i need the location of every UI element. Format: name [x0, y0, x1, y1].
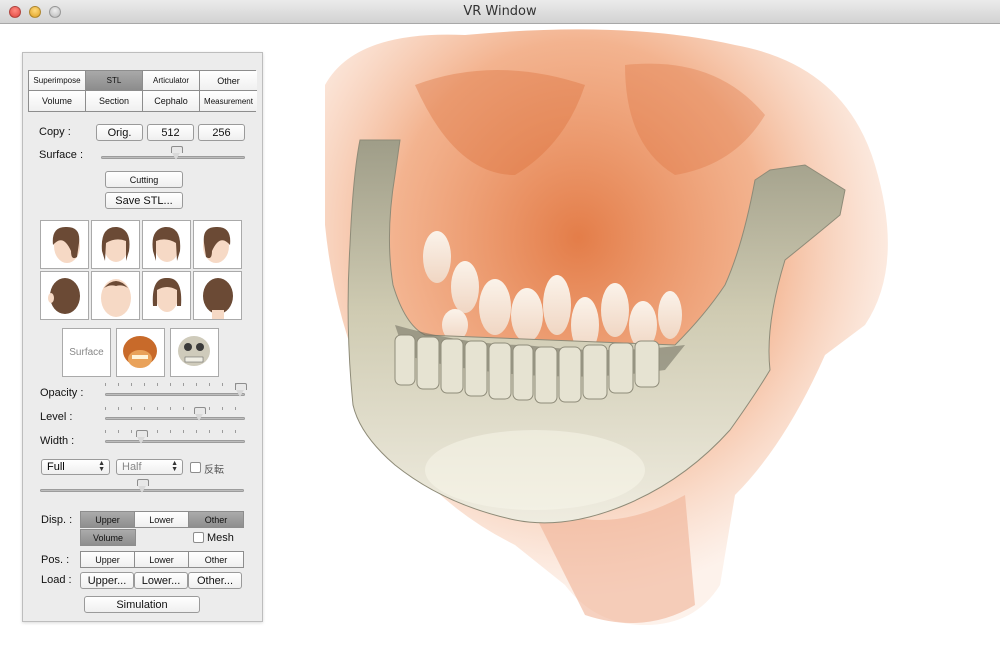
pos-other-button[interactable]: Other	[189, 552, 243, 567]
tab-section[interactable]: Section	[86, 91, 143, 111]
render-mode-volume-button[interactable]	[116, 328, 165, 377]
disp-upper-button[interactable]: Upper	[81, 512, 135, 527]
load-lower-button[interactable]: Lower...	[134, 572, 188, 589]
surface-slider[interactable]	[101, 146, 245, 164]
quality-half-select[interactable]: Half ▲ ▼	[116, 459, 183, 475]
copy-label: Copy :	[39, 126, 71, 138]
disp-volume-segment: Volume	[80, 529, 136, 546]
load-label: Load :	[41, 574, 72, 586]
tab-measurement[interactable]: Measurement	[200, 91, 257, 111]
copy-256-button[interactable]: 256	[198, 124, 245, 141]
view-front-left-button[interactable]	[91, 220, 140, 269]
skull-render	[325, 29, 888, 625]
tab-superimpose[interactable]: Superimpose	[29, 71, 86, 91]
load-upper-button[interactable]: Upper...	[80, 572, 134, 589]
save-stl-button[interactable]: Save STL...	[105, 192, 183, 209]
resolution-slider-thumb[interactable]	[137, 479, 149, 493]
tab-articulator[interactable]: Articulator	[143, 71, 200, 91]
view-top-button[interactable]	[91, 271, 140, 320]
control-panel: Superimpose STL Articulator Other Volume…	[22, 52, 263, 622]
opacity-slider-thumb[interactable]	[235, 383, 247, 397]
disp-other-button[interactable]: Other	[189, 512, 243, 527]
opacity-slider[interactable]	[105, 383, 247, 401]
view-right-profile-button[interactable]	[193, 220, 242, 269]
load-other-button[interactable]: Other...	[188, 572, 242, 589]
invert-checkbox[interactable]	[190, 462, 201, 473]
view-back-left-button[interactable]	[40, 271, 89, 320]
view-direction-grid	[40, 220, 242, 320]
render-mode-surface-button[interactable]: Surface	[62, 328, 111, 377]
quality-full-select[interactable]: Full ▲ ▼	[41, 459, 110, 475]
width-slider-thumb[interactable]	[136, 430, 148, 444]
cutting-button[interactable]: Cutting	[105, 171, 183, 188]
view-back-button[interactable]	[193, 271, 242, 320]
width-label: Width :	[40, 435, 75, 447]
pos-upper-button[interactable]: Upper	[81, 552, 135, 567]
disp-lower-button[interactable]: Lower	[135, 512, 189, 527]
level-label: Level :	[40, 411, 73, 423]
tab-stl[interactable]: STL	[86, 71, 143, 91]
mesh-label: Mesh	[207, 532, 234, 544]
disp-label: Disp. :	[41, 514, 73, 526]
tab-volume[interactable]: Volume	[29, 91, 86, 111]
title-bar[interactable]: VR Window	[0, 0, 1000, 24]
disp-segment: Upper Lower Other	[80, 511, 244, 528]
pos-lower-button[interactable]: Lower	[135, 552, 189, 567]
pos-segment: Upper Lower Other	[80, 551, 244, 568]
level-slider-thumb[interactable]	[194, 407, 206, 421]
view-front-button[interactable]	[142, 271, 191, 320]
copy-orig-button[interactable]: Orig.	[96, 124, 143, 141]
mesh-checkbox[interactable]	[193, 532, 204, 543]
surface-slider-thumb[interactable]	[171, 146, 183, 160]
select-arrows-icon: ▲ ▼	[98, 460, 105, 473]
vr-window: VR Window Superimpose STL Articulator Ot…	[0, 0, 1000, 646]
mode-tabs: Superimpose STL Articulator Other Volume…	[28, 70, 257, 112]
volume-render-viewport[interactable]	[265, 25, 1000, 635]
level-slider[interactable]	[105, 407, 245, 425]
copy-512-button[interactable]: 512	[147, 124, 194, 141]
window-title: VR Window	[463, 4, 537, 19]
select-arrows-icon: ▲ ▼	[171, 460, 178, 473]
surface-label: Surface :	[39, 149, 84, 161]
resolution-slider[interactable]	[40, 479, 244, 497]
opacity-label: Opacity :	[40, 387, 84, 399]
pos-label: Pos. :	[41, 554, 70, 566]
simulation-button[interactable]: Simulation	[84, 596, 200, 613]
tab-other[interactable]: Other	[200, 71, 257, 91]
render-mode-bone-button[interactable]	[170, 328, 219, 377]
invert-label: 反転	[204, 465, 224, 476]
view-front-right-button[interactable]	[142, 220, 191, 269]
disp-volume-button[interactable]: Volume	[81, 530, 135, 545]
tab-cephalo[interactable]: Cephalo	[143, 91, 200, 111]
width-slider[interactable]	[105, 430, 245, 448]
view-left-profile-button[interactable]	[40, 220, 89, 269]
